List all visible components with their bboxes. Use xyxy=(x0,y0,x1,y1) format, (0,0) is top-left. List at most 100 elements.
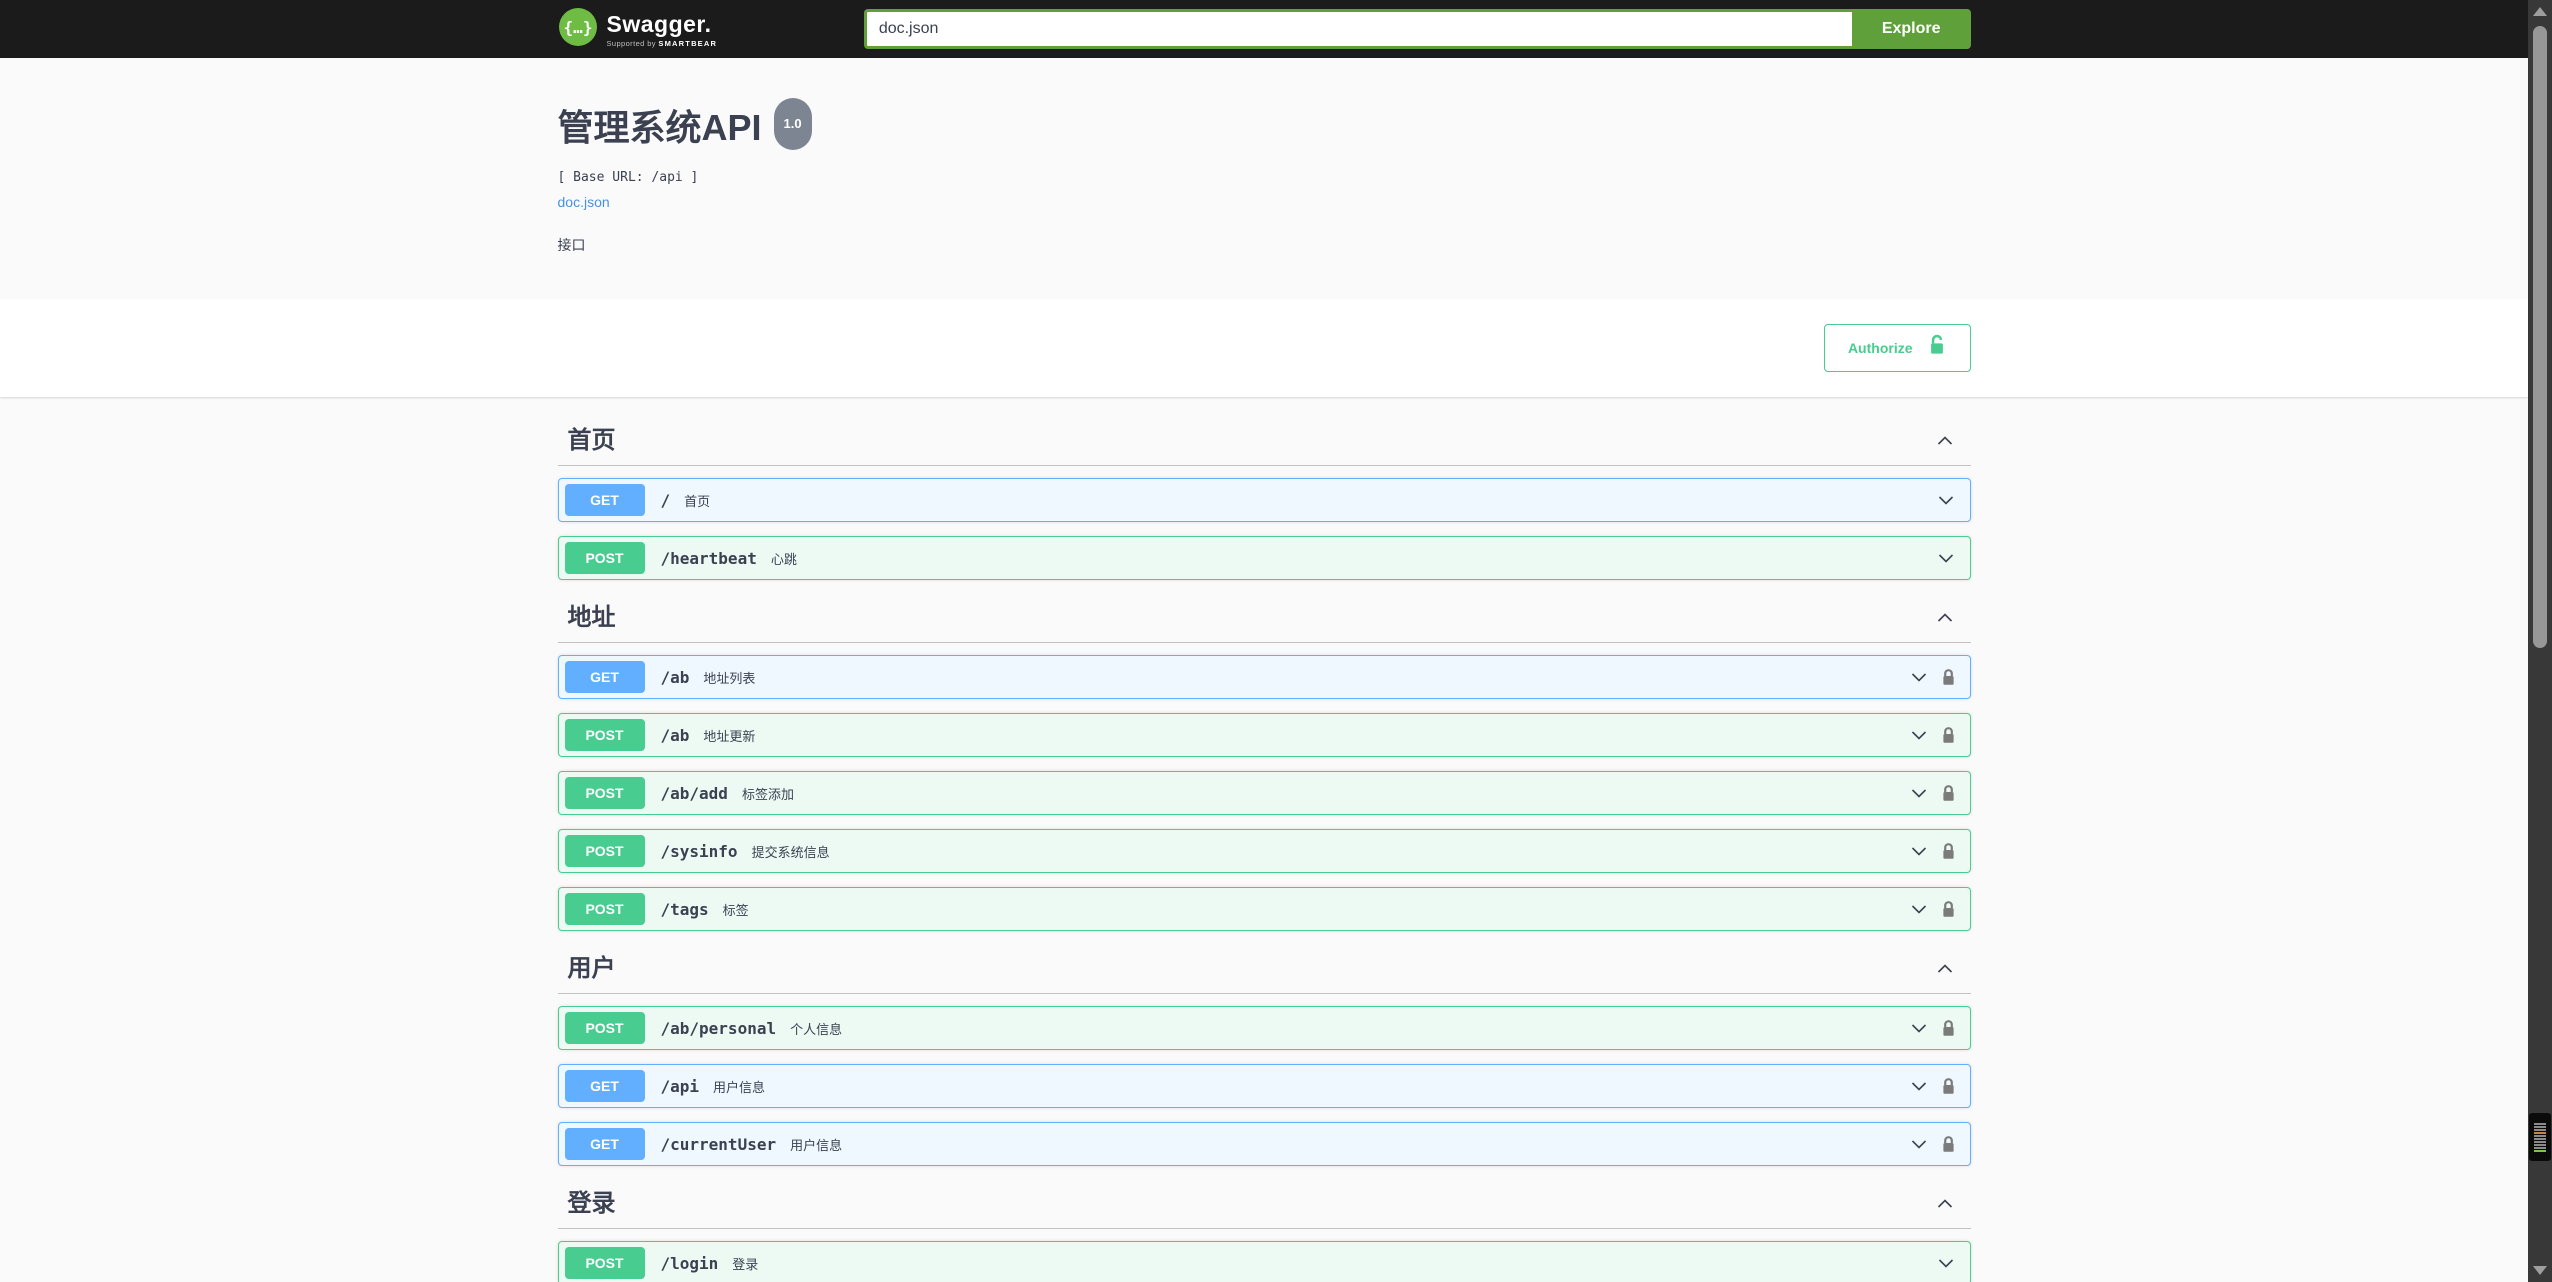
authorize-label: Authorize xyxy=(1847,340,1913,356)
section-title: 登录 xyxy=(567,1190,616,1217)
tag-section: 地址 GET/ab 地址列表 POST/ab 地址更新 POST/ab/add 标签添加 PO… xyxy=(557,594,1971,931)
lock-icon[interactable] xyxy=(1941,1077,1956,1096)
chevron-down-icon[interactable] xyxy=(1909,899,1929,919)
operation-controls xyxy=(1909,667,1970,687)
lock-icon[interactable] xyxy=(1941,1135,1956,1154)
operation-controls xyxy=(1909,725,1970,745)
operation-summary: 地址列表 xyxy=(703,670,756,686)
operation-path: /login xyxy=(660,1253,719,1273)
method-badge: POST xyxy=(564,542,645,574)
lock-icon[interactable] xyxy=(1941,900,1956,919)
operation-controls xyxy=(1909,1018,1970,1038)
section-header[interactable]: 地址 xyxy=(557,594,1971,643)
operation-row[interactable]: POST/tags 标签 xyxy=(557,887,1971,931)
chevron-down-icon[interactable] xyxy=(1909,1018,1929,1038)
method-badge: GET xyxy=(564,661,645,693)
operation-summary: 用户信息 xyxy=(713,1079,766,1095)
chevron-up-icon[interactable] xyxy=(1935,431,1955,451)
spec-url-form: Explore xyxy=(863,9,1971,49)
topbar: {…} Swagger. Supported by SMARTBEAR Expl… xyxy=(0,0,2528,58)
method-badge: POST xyxy=(564,1247,645,1279)
chevron-down-icon[interactable] xyxy=(1909,667,1929,687)
api-info-section: 管理系统API 1.0 [ Base URL: /api ] doc.json 接… xyxy=(0,58,2528,299)
method-badge: GET xyxy=(564,1070,645,1102)
method-badge: GET xyxy=(564,484,645,516)
scrollbar-down-arrow[interactable] xyxy=(2533,1266,2547,1275)
operations: 首页 GET / 首页 POST/heartbeat 心跳 地址 GET/ab 地址列表 POST… xyxy=(557,417,1971,1282)
scrollbar xyxy=(2528,0,2552,1282)
section-header[interactable]: 首页 xyxy=(557,417,1971,466)
lock-icon[interactable] xyxy=(1941,726,1956,745)
method-badge: POST xyxy=(564,1012,645,1044)
tag-section: 首页 GET / 首页 POST/heartbeat 心跳 xyxy=(557,417,1971,580)
operation-controls xyxy=(1909,1076,1970,1096)
swagger-logo-icon: {…} xyxy=(558,7,598,52)
version-badge: 1.0 xyxy=(773,98,812,150)
operation-row[interactable]: POST/login 登录 xyxy=(557,1241,1971,1282)
svg-text:{…}: {…} xyxy=(563,18,592,37)
lock-icon[interactable] xyxy=(1941,1019,1956,1038)
lock-icon[interactable] xyxy=(1941,842,1956,861)
operation-row[interactable]: POST/ab/personal 个人信息 xyxy=(557,1006,1971,1050)
chevron-down-icon[interactable] xyxy=(1936,1253,1956,1273)
tag-section: 用户 POST/ab/personal 个人信息 GET/api 用户信息 GET/cur… xyxy=(557,945,1971,1166)
tag-section: 登录POST/login登录POST/loginout登录状态 xyxy=(557,1180,1971,1282)
section-title: 地址 xyxy=(567,604,616,631)
operation-summary: 首页 xyxy=(684,493,711,509)
swagger-ui-page: {…} Swagger. Supported by SMARTBEAR Expl… xyxy=(0,0,2528,1282)
operation-controls xyxy=(1936,1253,1970,1273)
api-description: 接口 xyxy=(557,237,586,253)
swagger-brand: {…} Swagger. Supported by SMARTBEAR xyxy=(558,7,718,52)
method-badge: POST xyxy=(564,777,645,809)
chevron-up-icon[interactable] xyxy=(1935,1194,1955,1214)
operation-row[interactable]: POST/heartbeat 心跳 xyxy=(557,536,1971,580)
section-title: 首页 xyxy=(567,427,616,454)
spec-link[interactable]: doc.json xyxy=(558,194,610,210)
operation-path: /currentUser xyxy=(660,1134,777,1154)
operation-path: /tags xyxy=(660,899,709,919)
scrollbar-thumb[interactable] xyxy=(2533,26,2547,648)
operation-row[interactable]: POST/sysinfo 提交系统信息 xyxy=(557,829,1971,873)
authorize-button[interactable]: Authorize xyxy=(1823,324,1971,372)
section-title: 用户 xyxy=(567,955,616,982)
operation-controls xyxy=(1936,548,1970,568)
chevron-up-icon[interactable] xyxy=(1935,959,1955,979)
operation-row[interactable]: GET/currentUser 用户信息 xyxy=(557,1122,1971,1166)
method-badge: POST xyxy=(564,719,645,751)
method-badge: GET xyxy=(564,1128,645,1160)
operation-summary: 标签添加 xyxy=(741,786,794,802)
operation-controls xyxy=(1909,899,1970,919)
operation-row[interactable]: GET / 首页 xyxy=(557,478,1971,522)
operation-row[interactable]: POST/ab 地址更新 xyxy=(557,713,1971,757)
chevron-up-icon[interactable] xyxy=(1935,608,1955,628)
chevron-down-icon[interactable] xyxy=(1909,841,1929,861)
unlock-icon xyxy=(1927,334,1947,362)
brand-subtitle: Supported by SMARTBEAR xyxy=(606,38,718,48)
chevron-down-icon[interactable] xyxy=(1909,1076,1929,1096)
operation-row[interactable]: POST/ab/add 标签添加 xyxy=(557,771,1971,815)
section-header[interactable]: 登录 xyxy=(557,1180,1971,1229)
explore-button[interactable]: Explore xyxy=(1851,9,1971,49)
chevron-down-icon[interactable] xyxy=(1909,783,1929,803)
operation-summary: 个人信息 xyxy=(790,1021,843,1037)
operation-controls xyxy=(1909,1134,1970,1154)
method-badge: POST xyxy=(564,893,645,925)
chevron-down-icon[interactable] xyxy=(1909,725,1929,745)
lock-icon[interactable] xyxy=(1941,784,1956,803)
api-title: 管理系统API 1.0 xyxy=(558,98,1971,162)
lock-icon[interactable] xyxy=(1941,668,1956,687)
base-url: [ Base URL: /api ] xyxy=(557,170,699,185)
operation-row[interactable]: GET/api 用户信息 xyxy=(557,1064,1971,1108)
chevron-down-icon[interactable] xyxy=(1936,548,1956,568)
spec-url-input[interactable] xyxy=(863,9,1852,49)
operation-summary: 提交系统信息 xyxy=(751,844,830,860)
operation-row[interactable]: GET/ab 地址列表 xyxy=(557,655,1971,699)
operation-controls xyxy=(1936,490,1970,510)
scrollbar-up-arrow[interactable] xyxy=(2533,7,2547,16)
section-header[interactable]: 用户 xyxy=(557,945,1971,994)
operation-summary: 标签 xyxy=(722,902,749,918)
chevron-down-icon[interactable] xyxy=(1936,490,1956,510)
operation-summary: 用户信息 xyxy=(790,1137,843,1153)
chevron-down-icon[interactable] xyxy=(1909,1134,1929,1154)
operation-path: /ab xyxy=(660,667,690,687)
